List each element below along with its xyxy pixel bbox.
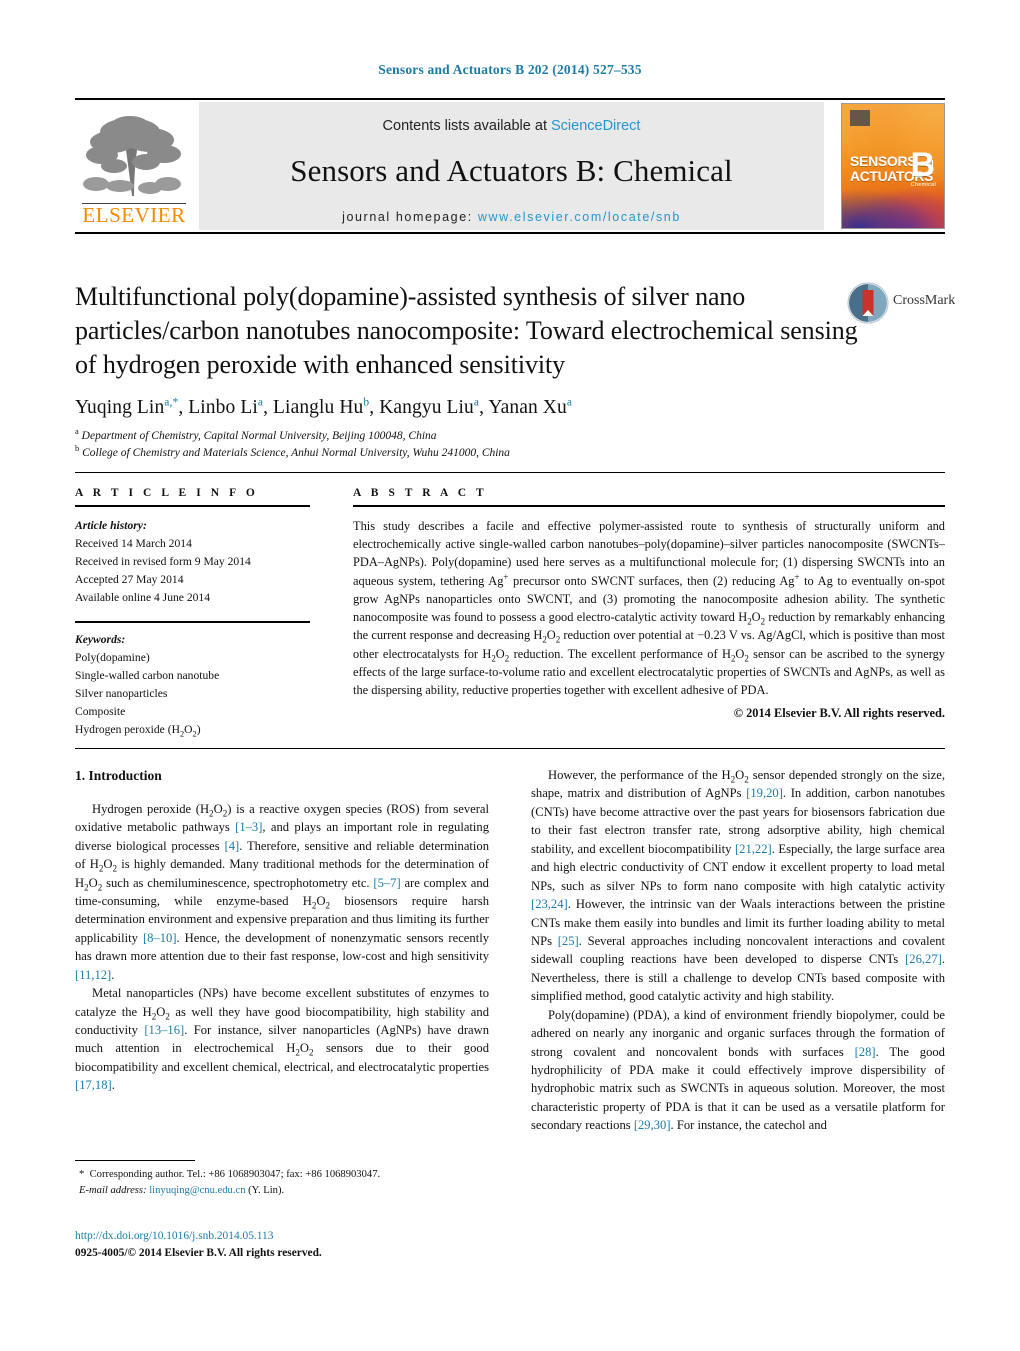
abstract-body: This study describes a facile and effect… [353,519,945,698]
contents-prefix: Contents lists available at [382,118,551,134]
body-paragraph: Poly(dopamine) (PDA), a kind of environm… [531,1007,945,1133]
journal-title: Sensors and Actuators B: Chemical [290,153,733,188]
article-info-column: Article history: Received 14 March 2014 … [75,517,310,739]
doi-link[interactable]: http://dx.doi.org/10.1016/j.snb.2014.05.… [75,1228,635,1245]
elsevier-tree-icon [80,110,188,202]
body-column-right: However, the performance of the H2O2 sen… [531,766,945,1135]
page-title: Multifunctional poly(dopamine)-assisted … [75,282,858,379]
banner-bottom-rule [75,232,945,234]
affiliation-b: b College of Chemistry and Materials Sci… [75,443,510,460]
section-divider-bottom [75,748,945,749]
heading-rules [75,505,945,507]
journal-banner: ELSEVIER Contents lists available at Sci… [75,98,945,234]
keyword-item: Hydrogen peroxide (H2O2) [75,722,201,738]
cover-line1: SENSORS [850,153,917,169]
body-paragraph: Metal nanoparticles (NPs) have become ex… [75,986,489,1093]
running-head: Sensors and Actuators B 202 (2014) 527–5… [378,62,642,77]
email-link[interactable]: linyuqing@cnu.edu.cn [149,1185,245,1196]
keyword-item: Composite [75,704,126,718]
abstract-copyright: © 2014 Elsevier B.V. All rights reserved… [733,706,945,721]
section-divider-top [75,472,945,473]
crossmark-label: CrossMark [893,293,956,308]
email-label: E-mail address: [79,1184,147,1196]
article-info-heading: A R T I C L E I N F O [75,487,259,499]
author-list: Yuqing Lina,*, Linbo Lia, Lianglu Hub, K… [75,396,573,419]
body-paragraph: Hydrogen peroxide (H2O2) is a reactive o… [75,801,490,982]
cover-elsevier-mark-icon [850,110,870,126]
abstract-rule [353,505,945,507]
elsevier-wordmark: ELSEVIER [82,203,186,227]
introduction-heading: 1. Introduction [75,768,162,783]
keyword-item: Single-walled carbon nanotube [75,668,220,682]
keyword-item: Silver nanoparticles [75,686,168,700]
article-body: 1. Introduction Hydrogen peroxide (H2O2)… [75,766,945,1135]
body-column-left: 1. Introduction Hydrogen peroxide (H2O2)… [75,766,489,1135]
keywords-rule [75,620,310,623]
journal-article-page: Sensors and Actuators B 202 (2014) 527–5… [0,0,1020,1351]
sciencedirect-link[interactable]: ScienceDirect [551,118,640,134]
banner-top-rule [75,98,945,100]
history-item: Available online 4 June 2014 [75,590,211,604]
doi-block: http://dx.doi.org/10.1016/j.snb.2014.05.… [75,1228,635,1261]
body-paragraph: However, the performance of the H2O2 sen… [531,768,946,1004]
info-rule [75,505,310,507]
journal-homepage-line: journal homepage: www.elsevier.com/locat… [199,210,824,224]
email-line: E-mail address: linyuqing@cnu.edu.cn (Y.… [75,1183,489,1199]
footnote-rule [75,1160,195,1161]
banner-center: Contents lists available at ScienceDirec… [199,102,824,230]
homepage-prefix: journal homepage: [342,210,478,224]
crossmark-icon [847,282,889,324]
journal-cover-thumbnail[interactable]: SENSORS and ACTUATORS B Chemical [841,103,945,229]
email-suffix: (Y. Lin). [245,1184,285,1196]
issn-copyright-line: 0925-4005/© 2014 Elsevier B.V. All right… [75,1246,322,1259]
corresponding-author-line: * Corresponding author. Tel.: +86 106890… [79,1169,381,1180]
title-block: Multifunctional poly(dopamine)-assisted … [75,280,955,462]
elsevier-logo[interactable]: ELSEVIER [75,104,193,226]
cover-series-letter: B [910,146,935,184]
article-history-label: Article history: [75,519,147,532]
info-abstract-section: A R T I C L E I N F O A B S T R A C T Ar… [75,487,945,739]
history-item: Received in revised form 9 May 2014 [75,554,251,568]
keyword-item: Poly(dopamine) [75,650,150,664]
affiliation-list: a Department of Chemistry, Capital Norma… [75,426,945,461]
cover-series-subtitle: Chemical [910,182,936,188]
history-item: Received 14 March 2014 [75,536,192,550]
corresponding-author-footnote: * Corresponding author. Tel.: +86 106890… [75,1160,489,1199]
crossmark-badge[interactable]: CrossMark [847,280,955,330]
history-item: Accepted 27 May 2014 [75,572,184,586]
contents-line: Contents lists available at ScienceDirec… [199,102,824,134]
abstract-column: This study describes a facile and effect… [353,517,945,739]
keywords-label: Keywords: [75,632,126,646]
column-headings: A R T I C L E I N F O A B S T R A C T [75,487,945,499]
homepage-url-link[interactable]: www.elsevier.com/locate/snb [478,210,681,224]
abstract-heading: A B S T R A C T [353,487,488,499]
affiliation-a: a Department of Chemistry, Capital Norma… [75,426,437,443]
